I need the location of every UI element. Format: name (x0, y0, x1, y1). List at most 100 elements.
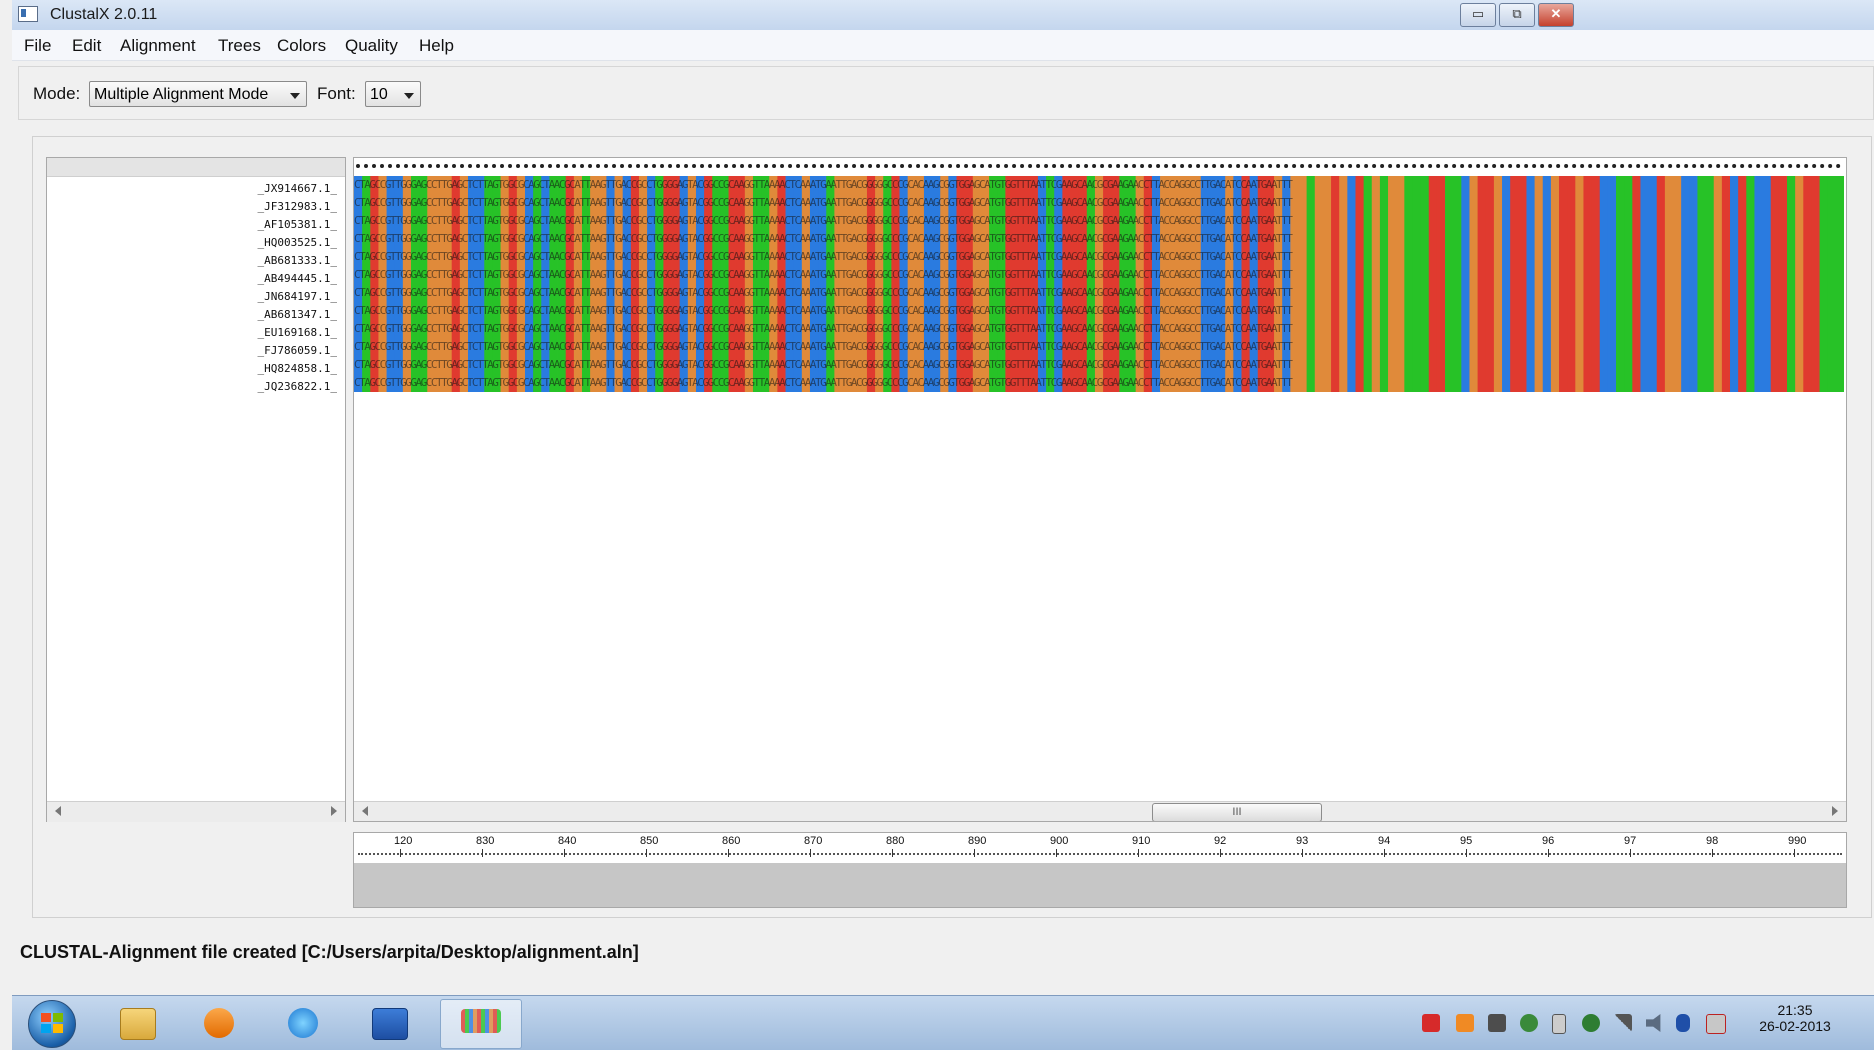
ruler-tick (1138, 849, 1139, 857)
sync-tray-icon[interactable] (1520, 1014, 1538, 1032)
menu-colors[interactable]: Colors (277, 36, 326, 56)
menu-file[interactable]: File (24, 36, 51, 56)
sequence-row[interactable]: CTAGCCGTTGGGAGCCTTGAGCTCTTAGTGGCGCAGCTAA… (354, 322, 1844, 335)
ruler-tick (1384, 849, 1385, 857)
menu-trees[interactable]: Trees (218, 36, 261, 56)
sequence-name[interactable]: _JF312983.1_ (258, 200, 337, 213)
taskbar-clock[interactable]: 21:35 26-02-2013 (1750, 1002, 1840, 1034)
antivirus-tray-icon[interactable] (1422, 1014, 1440, 1032)
sequence-name[interactable]: _AB494445.1_ (258, 272, 337, 285)
sequence-name[interactable]: _HQ824858.1_ (258, 362, 337, 375)
taskbar-internet-explorer[interactable] (270, 999, 340, 1047)
taskbar-media-player[interactable] (186, 999, 256, 1047)
taskbar: 21:35 26-02-2013 (12, 995, 1874, 1050)
font-size-select[interactable]: 10 (365, 81, 421, 107)
update-tray-icon[interactable] (1582, 1014, 1600, 1032)
ruler-label: 910 (1132, 835, 1151, 847)
app-tray-icon[interactable] (1456, 1014, 1474, 1032)
scroll-right-icon[interactable] (331, 806, 337, 816)
action-center-tray-icon[interactable] (1706, 1014, 1726, 1034)
scroll-left-icon[interactable] (362, 806, 368, 816)
ruler-tick (1548, 849, 1549, 857)
position-ruler: 120 830 840 850 860 870 880 890 900 910 92 93 94 95 96… (353, 832, 1847, 908)
windows-logo-icon (41, 1013, 51, 1022)
mode-select[interactable]: Multiple Alignment Mode (89, 81, 307, 107)
ruler-label: 890 (968, 835, 987, 847)
sequence-name[interactable]: _AF105381.1_ (258, 218, 337, 231)
sequence-name[interactable]: _JN684197.1_ (258, 290, 337, 303)
sequence-name[interactable]: _JQ236822.1_ (258, 380, 337, 393)
menu-edit[interactable]: Edit (72, 36, 101, 56)
mode-toolbar: Mode: Multiple Alignment Mode Font: 10 (18, 66, 1874, 120)
ruler-tick (482, 849, 483, 857)
sequence-row[interactable]: CTAGCCGTTGGGAGCCTTGAGCTCTTAGTGGCGCAGCTAA… (354, 340, 1844, 353)
sequence-row[interactable]: CTAGCCGTTGGGAGCCTTGAGCTCTTAGTGGCGCAGCTAA… (354, 178, 1844, 191)
sequence-row[interactable]: CTAGCCGTTGGGAGCCTTGAGCTCTTAGTGGCGCAGCTAA… (354, 232, 1844, 245)
ruler-label: 990 (1788, 835, 1807, 847)
quality-bar (354, 863, 1846, 907)
close-button[interactable]: ✕ (1538, 3, 1574, 27)
media-player-icon (204, 1008, 234, 1038)
ruler-label: 94 (1378, 835, 1391, 847)
ruler-tick (1302, 849, 1303, 857)
title-bar: ClustalX 2.0.11 ▭ ⧉ ✕ (12, 0, 1874, 31)
menu-help[interactable]: Help (419, 36, 454, 56)
ruler-tick (728, 849, 729, 857)
mode-select-value: Multiple Alignment Mode (94, 86, 269, 103)
battery-tray-icon[interactable] (1552, 1014, 1566, 1034)
scroll-right-icon[interactable] (1832, 806, 1838, 816)
sequence-row[interactable]: CTAGCCGTTGGGAGCCTTGAGCTCTTAGTGGCGCAGCTAA… (354, 376, 1844, 389)
chevron-down-icon (404, 93, 414, 99)
ruler-label: 900 (1050, 835, 1069, 847)
ruler-label: 850 (640, 835, 659, 847)
sequence-name[interactable]: _AB681347.1_ (258, 308, 337, 321)
sequence-name[interactable]: _FJ786059.1_ (258, 344, 337, 357)
sequence-row[interactable]: CTAGCCGTTGGGAGCCTTGAGCTCTTAGTGGCGCAGCTAA… (354, 286, 1844, 299)
ruler-tick (400, 849, 401, 857)
display-tray-icon[interactable] (1488, 1014, 1506, 1032)
sequence-name[interactable]: _HQ003525.1_ (258, 236, 337, 249)
ruler-label: 860 (722, 835, 741, 847)
menu-quality[interactable]: Quality (345, 36, 398, 56)
ruler-label: 880 (886, 835, 905, 847)
start-button[interactable] (28, 1000, 76, 1048)
sequence-name[interactable]: _AB681333.1_ (258, 254, 337, 267)
volume-tray-icon[interactable] (1646, 1014, 1661, 1032)
minimize-button[interactable]: ▭ (1460, 3, 1496, 27)
menu-alignment[interactable]: Alignment (120, 36, 196, 56)
ruler-tick (892, 849, 893, 857)
sequence-row[interactable]: CTAGCCGTTGGGAGCCTTGAGCTCTTAGTGGCGCAGCTAA… (354, 214, 1844, 227)
ruler-dots (358, 853, 1842, 855)
sequence-name[interactable]: _JX914667.1_ (258, 182, 337, 195)
sequence-names-panel[interactable]: _JX914667.1_ _JF312983.1_ _AF105381.1_ _… (46, 157, 346, 822)
ruler-tick (810, 849, 811, 857)
restore-button[interactable]: ⧉ (1499, 3, 1535, 27)
sequence-name[interactable]: _EU169168.1_ (258, 326, 337, 339)
ruler-tick (1466, 849, 1467, 857)
sequence-row[interactable]: CTAGCCGTTGGGAGCCTTGAGCTCTTAGTGGCGCAGCTAA… (354, 196, 1844, 209)
bluetooth-tray-icon[interactable] (1676, 1014, 1690, 1032)
taskbar-explorer[interactable] (102, 999, 172, 1047)
ruler-label: 95 (1460, 835, 1473, 847)
sequence-row[interactable]: CTAGCCGTTGGGAGCCTTGAGCTCTTAGTGGCGCAGCTAA… (354, 358, 1844, 371)
scrollbar-thumb[interactable]: III (1152, 803, 1322, 821)
font-size-value: 10 (370, 86, 388, 103)
sequence-row[interactable]: CTAGCCGTTGGGAGCCTTGAGCTCTTAGTGGCGCAGCTAA… (354, 304, 1844, 317)
clustalx-app-icon (18, 6, 38, 22)
taskbar-clustalx[interactable] (440, 999, 522, 1049)
ruler-tick (1056, 849, 1057, 857)
ruler-label: 870 (804, 835, 823, 847)
network-tray-icon[interactable] (1614, 1014, 1632, 1032)
sequence-row[interactable]: CTAGCCGTTGGGAGCCTTGAGCTCTTAGTGGCGCAGCTAA… (354, 268, 1844, 281)
taskbar-word[interactable] (354, 999, 424, 1047)
alignment-horizontal-scrollbar[interactable]: III (354, 801, 1846, 821)
ruler-label: 96 (1542, 835, 1555, 847)
names-horizontal-scrollbar[interactable] (47, 801, 345, 822)
ruler-label: 97 (1624, 835, 1637, 847)
internet-explorer-icon (288, 1008, 318, 1038)
chevron-down-icon (290, 93, 300, 99)
scroll-left-icon[interactable] (55, 806, 61, 816)
ruler-tick (1220, 849, 1221, 857)
sequence-row[interactable]: CTAGCCGTTGGGAGCCTTGAGCTCTTAGTGGCGCAGCTAA… (354, 250, 1844, 263)
alignment-panel[interactable]: CTAGCCGTTGGGAGCCTTGAGCTCTTAGTGGCGCAGCTAA… (353, 157, 1847, 822)
